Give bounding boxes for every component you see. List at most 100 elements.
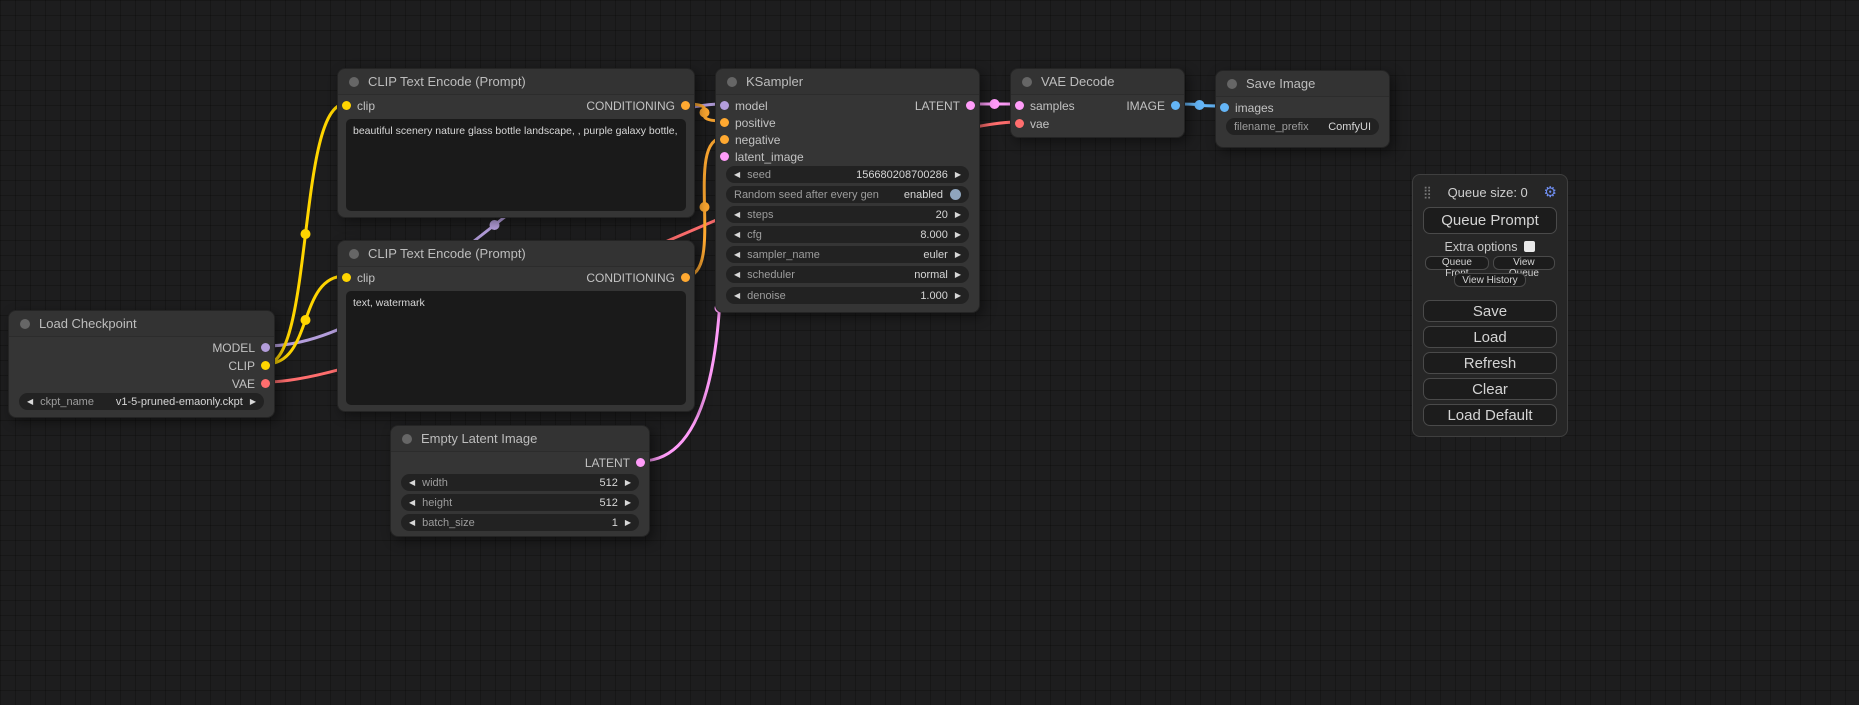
decrement-arrow-icon[interactable]: ◀ (734, 171, 740, 179)
conditioning-slot-dot[interactable] (681, 273, 690, 282)
vae-slot-dot[interactable] (261, 379, 270, 388)
decrement-arrow-icon[interactable]: ◀ (409, 499, 415, 507)
widget-cfg[interactable]: ◀ cfg 8.000 ▶ (726, 226, 969, 243)
widget-seed[interactable]: ◀ seed 156680208700286 ▶ (726, 166, 969, 183)
queue-prompt-button[interactable]: Queue Prompt (1423, 207, 1557, 234)
node-ksampler[interactable]: KSampler model LATENT positive negative (715, 68, 980, 313)
node-title-bar[interactable]: CLIP Text Encode (Prompt) (338, 241, 694, 267)
view-history-button[interactable]: View History (1454, 273, 1525, 287)
widget-filename-prefix[interactable]: filename_prefix ComfyUI (1226, 118, 1379, 135)
latent-slot-dot[interactable] (720, 152, 729, 161)
widget-batch-size[interactable]: ◀ batch_size 1 ▶ (401, 514, 639, 531)
increment-arrow-icon[interactable]: ▶ (955, 211, 961, 219)
node-collapse-dot[interactable] (349, 77, 359, 87)
conditioning-slot-dot[interactable] (720, 118, 729, 127)
output-slot-vae[interactable]: VAE (232, 377, 270, 391)
decrement-arrow-icon[interactable]: ◀ (734, 211, 740, 219)
increment-arrow-icon[interactable]: ▶ (955, 231, 961, 239)
node-collapse-dot[interactable] (402, 434, 412, 444)
decrement-arrow-icon[interactable]: ◀ (734, 292, 740, 300)
output-slot-model[interactable]: MODEL (212, 341, 270, 355)
node-empty-latent-image[interactable]: Empty Latent Image LATENT ◀ width 512 ▶ … (390, 425, 650, 537)
widget-denoise[interactable]: ◀ denoise 1.000 ▶ (726, 287, 969, 304)
node-collapse-dot[interactable] (20, 319, 30, 329)
latent-slot-dot[interactable] (966, 101, 975, 110)
node-collapse-dot[interactable] (349, 249, 359, 259)
widget-random-seed[interactable]: Random seed after every gen enabled (726, 186, 969, 203)
node-save-image[interactable]: Save Image images filename_prefix ComfyU… (1215, 70, 1390, 148)
conditioning-slot-dot[interactable] (681, 101, 690, 110)
output-slot-clip[interactable]: CLIP (228, 359, 270, 373)
node-collapse-dot[interactable] (1022, 77, 1032, 87)
input-slot-model[interactable]: model (720, 99, 768, 113)
output-slot-latent[interactable]: LATENT (915, 99, 975, 113)
decrement-arrow-icon[interactable]: ◀ (409, 479, 415, 487)
link-cond-negative-midpoint-dot[interactable] (700, 202, 710, 212)
input-slot-clip[interactable]: clip (342, 99, 375, 113)
save-button[interactable]: Save (1423, 300, 1557, 322)
load-default-button[interactable]: Load Default (1423, 404, 1557, 426)
node-title-bar[interactable]: KSampler (716, 69, 979, 95)
node-clip-text-encode-positive[interactable]: CLIP Text Encode (Prompt) clip CONDITION… (337, 68, 695, 218)
clip-slot-dot[interactable] (261, 361, 270, 370)
latent-slot-dot[interactable] (1015, 101, 1024, 110)
node-title-bar[interactable]: Empty Latent Image (391, 426, 649, 452)
output-slot-conditioning[interactable]: CONDITIONING (586, 271, 690, 285)
node-clip-text-encode-negative[interactable]: CLIP Text Encode (Prompt) clip CONDITION… (337, 240, 695, 412)
view-queue-button[interactable]: View Queue (1493, 256, 1555, 270)
widget-sampler-name[interactable]: ◀ sampler_name euler ▶ (726, 246, 969, 263)
increment-arrow-icon[interactable]: ▶ (955, 171, 961, 179)
increment-arrow-icon[interactable]: ▶ (955, 292, 961, 300)
increment-arrow-icon[interactable]: ▶ (250, 398, 256, 406)
random-seed-toggle-dot[interactable] (950, 189, 961, 200)
model-slot-dot[interactable] (261, 343, 270, 352)
graph-canvas[interactable]: Load Checkpoint MODEL CLIP VAE ◀ ckpt_na… (0, 0, 1859, 705)
node-title-bar[interactable]: Load Checkpoint (9, 311, 274, 337)
increment-arrow-icon[interactable]: ▶ (625, 499, 631, 507)
node-title-bar[interactable]: Save Image (1216, 71, 1389, 97)
decrement-arrow-icon[interactable]: ◀ (409, 519, 415, 527)
decrement-arrow-icon[interactable]: ◀ (734, 231, 740, 239)
node-collapse-dot[interactable] (1227, 79, 1237, 89)
input-slot-vae[interactable]: vae (1015, 117, 1049, 131)
model-slot-dot[interactable] (720, 101, 729, 110)
load-button[interactable]: Load (1423, 326, 1557, 348)
widget-width[interactable]: ◀ width 512 ▶ (401, 474, 639, 491)
input-slot-negative[interactable]: negative (720, 133, 780, 147)
link-image-midpoint-dot[interactable] (1195, 100, 1205, 110)
clip-slot-dot[interactable] (342, 273, 351, 282)
increment-arrow-icon[interactable]: ▶ (625, 479, 631, 487)
prompt-textarea[interactable]: text, watermark (346, 291, 686, 405)
clear-button[interactable]: Clear (1423, 378, 1557, 400)
decrement-arrow-icon[interactable]: ◀ (27, 398, 33, 406)
node-title-bar[interactable]: CLIP Text Encode (Prompt) (338, 69, 694, 95)
increment-arrow-icon[interactable]: ▶ (955, 271, 961, 279)
node-load-checkpoint[interactable]: Load Checkpoint MODEL CLIP VAE ◀ ckpt_na… (8, 310, 275, 418)
widget-scheduler[interactable]: ◀ scheduler normal ▶ (726, 266, 969, 283)
widget-ckpt-name[interactable]: ◀ ckpt_name v1-5-pruned-emaonly.ckpt ▶ (19, 393, 264, 410)
node-vae-decode[interactable]: VAE Decode samples IMAGE vae (1010, 68, 1185, 138)
conditioning-slot-dot[interactable] (720, 135, 729, 144)
menu-drag-handle-icon[interactable]: ⣿ (1423, 185, 1432, 199)
link-clip-positive-midpoint-dot[interactable] (301, 229, 311, 239)
widget-steps[interactable]: ◀ steps 20 ▶ (726, 206, 969, 223)
queue-front-button[interactable]: Queue Front (1425, 256, 1489, 270)
increment-arrow-icon[interactable]: ▶ (625, 519, 631, 527)
link-clip-negative-midpoint-dot[interactable] (301, 315, 311, 325)
link-model-midpoint-dot[interactable] (490, 220, 500, 230)
link-latent-out-midpoint-dot[interactable] (990, 99, 1000, 109)
image-slot-dot[interactable] (1220, 103, 1229, 112)
clip-slot-dot[interactable] (342, 101, 351, 110)
input-slot-images[interactable]: images (1220, 101, 1274, 115)
output-slot-conditioning[interactable]: CONDITIONING (586, 99, 690, 113)
input-slot-latent-image[interactable]: latent_image (720, 150, 804, 164)
refresh-button[interactable]: Refresh (1423, 352, 1557, 374)
settings-gear-icon[interactable]: ⚙ (1544, 183, 1557, 201)
output-slot-latent[interactable]: LATENT (585, 456, 645, 470)
extra-options-checkbox[interactable] (1524, 241, 1535, 252)
input-slot-positive[interactable]: positive (720, 116, 776, 130)
prompt-textarea[interactable]: beautiful scenery nature glass bottle la… (346, 119, 686, 211)
decrement-arrow-icon[interactable]: ◀ (734, 271, 740, 279)
input-slot-samples[interactable]: samples (1015, 99, 1075, 113)
image-slot-dot[interactable] (1171, 101, 1180, 110)
